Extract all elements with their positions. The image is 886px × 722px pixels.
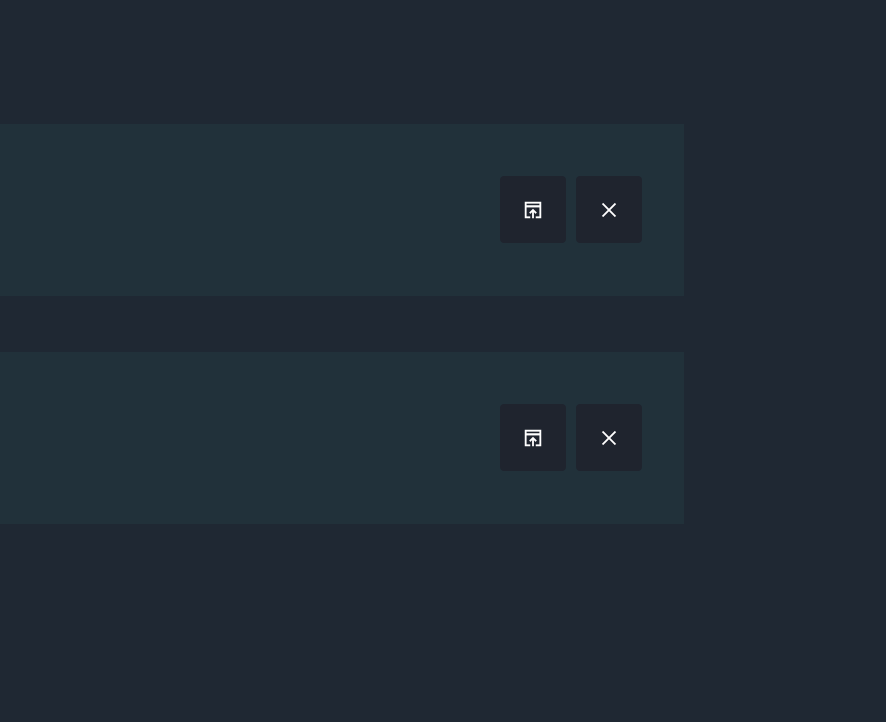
close-icon: [599, 428, 619, 448]
close-button[interactable]: [576, 404, 642, 471]
close-icon: [599, 200, 619, 220]
open-in-new-icon: [522, 199, 544, 221]
close-button[interactable]: [576, 176, 642, 243]
open-button[interactable]: [500, 176, 566, 243]
list-item: [0, 124, 684, 296]
list-item: [0, 352, 684, 524]
open-in-new-icon: [522, 427, 544, 449]
open-button[interactable]: [500, 404, 566, 471]
